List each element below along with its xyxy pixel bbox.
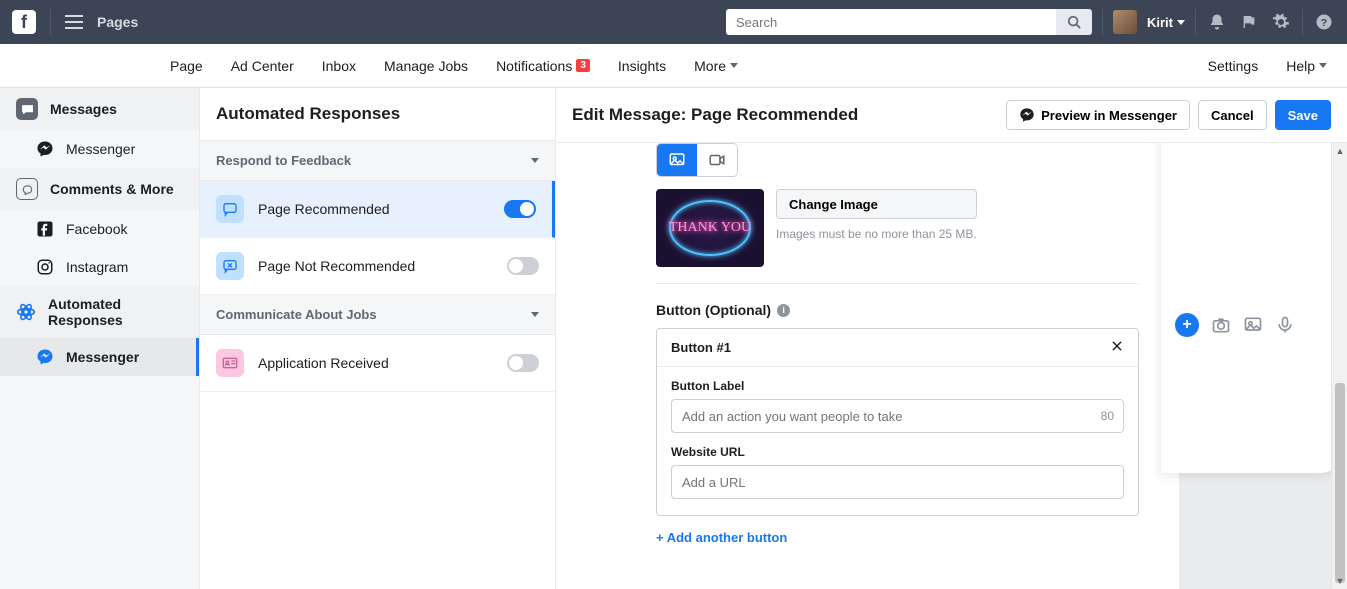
editor-panel: Edit Message: Page Recommended Preview i…: [556, 88, 1347, 589]
topbar-title[interactable]: Pages: [97, 14, 138, 30]
search-button[interactable]: [1056, 9, 1092, 35]
image-icon: [668, 151, 686, 169]
caret-down-icon: [1319, 63, 1327, 68]
video-icon: [708, 151, 726, 169]
gear-icon[interactable]: [1270, 13, 1292, 31]
toggle-application-received[interactable]: [507, 354, 539, 372]
subnav-manage-jobs[interactable]: Manage Jobs: [384, 58, 468, 74]
search-icon: [1067, 15, 1081, 29]
subnav-help[interactable]: Help: [1286, 58, 1327, 74]
facebook-logo-icon[interactable]: f: [12, 10, 36, 34]
caret-down-icon: [531, 312, 539, 317]
close-icon[interactable]: [1110, 339, 1124, 356]
section-jobs[interactable]: Communicate About Jobs: [200, 295, 555, 335]
facebook-icon: [36, 220, 54, 238]
image-size-hint: Images must be no more than 25 MB.: [776, 227, 977, 241]
notifications-badge: 3: [576, 59, 590, 72]
sidebar-item-instagram[interactable]: Instagram: [0, 248, 199, 286]
messenger-icon: [36, 348, 54, 366]
instagram-icon: [36, 258, 54, 276]
section-respond-feedback[interactable]: Respond to Feedback: [200, 141, 555, 181]
subnav-ad-center[interactable]: Ad Center: [231, 58, 294, 74]
change-image-button[interactable]: Change Image: [776, 189, 977, 219]
help-icon[interactable]: ?: [1313, 13, 1335, 31]
scrollbar[interactable]: ▲ ▼: [1331, 143, 1347, 589]
caret-down-icon: [730, 63, 738, 68]
sidebar-item-automated-responses[interactable]: Automated Responses: [0, 286, 199, 338]
row-page-not-recommended[interactable]: Page Not Recommended: [200, 238, 555, 295]
id-card-icon: [216, 349, 244, 377]
speech-bubble-icon: [216, 195, 244, 223]
toggle-page-not-recommended[interactable]: [507, 257, 539, 275]
sidebar-item-messenger-automated[interactable]: Messenger: [0, 338, 199, 376]
char-counter: 80: [1101, 409, 1114, 423]
hamburger-icon[interactable]: [65, 15, 83, 29]
scroll-thumb[interactable]: [1335, 383, 1345, 583]
editor-form: THANK YOU Change Image Images must be no…: [556, 143, 1179, 589]
sidebar-item-comments[interactable]: Comments & More: [0, 168, 199, 210]
add-another-button-link[interactable]: + Add another button: [656, 530, 1139, 545]
flag-icon[interactable]: [1238, 14, 1260, 30]
messenger-icon: [36, 140, 54, 158]
subnav-page[interactable]: Page: [170, 58, 203, 74]
row-application-received[interactable]: Application Received: [200, 335, 555, 392]
url-field-label: Website URL: [671, 445, 1124, 459]
comments-icon: [16, 178, 38, 200]
phone-mock: +: [1161, 143, 1347, 473]
avatar[interactable]: [1113, 10, 1137, 34]
media-type-tabs: [656, 143, 738, 177]
button-label-input[interactable]: [671, 399, 1124, 433]
tab-image[interactable]: [657, 144, 697, 176]
button-1-card: Button #1 Button Label 80 Website URL: [656, 328, 1139, 516]
caret-down-icon: [1177, 20, 1185, 25]
gallery-icon[interactable]: [1243, 315, 1263, 335]
automated-icon: [16, 301, 36, 323]
subnav: Page Ad Center Inbox Manage Jobs Notific…: [0, 44, 1347, 88]
preview-pane: + ▲ ▼: [1179, 143, 1347, 589]
scroll-down-icon[interactable]: ▼: [1332, 573, 1347, 589]
subnav-insights[interactable]: Insights: [618, 58, 666, 74]
camera-icon[interactable]: [1211, 315, 1231, 335]
scroll-up-icon[interactable]: ▲: [1332, 143, 1347, 159]
topbar: f Pages Kirit ?: [0, 0, 1347, 44]
sidebar-item-messages[interactable]: Messages: [0, 88, 199, 130]
tab-video[interactable]: [697, 144, 737, 176]
left-sidebar: Messages Messenger Comments & More Faceb…: [0, 88, 200, 589]
image-thumbnail: THANK YOU: [656, 189, 764, 267]
cancel-button[interactable]: Cancel: [1198, 100, 1267, 130]
caret-down-icon: [531, 158, 539, 163]
subnav-settings[interactable]: Settings: [1208, 58, 1259, 74]
info-icon[interactable]: i: [777, 304, 790, 317]
row-page-recommended[interactable]: Page Recommended: [200, 181, 555, 238]
sidebar-item-facebook[interactable]: Facebook: [0, 210, 199, 248]
add-attachment-icon[interactable]: +: [1175, 313, 1199, 337]
sidebar-item-messenger[interactable]: Messenger: [0, 130, 199, 168]
messenger-icon: [1019, 107, 1035, 123]
responses-list: Automated Responses Respond to Feedback …: [200, 88, 556, 589]
button-1-title: Button #1: [671, 340, 731, 355]
website-url-input[interactable]: [671, 465, 1124, 499]
svg-text:?: ?: [1321, 17, 1327, 29]
button-label-field-label: Button Label: [671, 379, 1124, 393]
subnav-notifications[interactable]: Notifications3: [496, 58, 590, 74]
editor-title: Edit Message: Page Recommended: [572, 105, 858, 125]
save-button[interactable]: Save: [1275, 100, 1331, 130]
toggle-page-recommended[interactable]: [504, 200, 536, 218]
microphone-icon[interactable]: [1275, 315, 1295, 335]
notifications-icon[interactable]: [1206, 13, 1228, 31]
subnav-more[interactable]: More: [694, 58, 738, 74]
subnav-inbox[interactable]: Inbox: [322, 58, 356, 74]
user-menu[interactable]: Kirit: [1147, 15, 1185, 30]
responses-title: Automated Responses: [200, 88, 555, 141]
search-input[interactable]: [726, 9, 1056, 35]
speech-bubble-x-icon: [216, 252, 244, 280]
global-search: [726, 9, 1092, 35]
preview-in-messenger-button[interactable]: Preview in Messenger: [1006, 100, 1190, 130]
button-section-label: Button (Optional) i: [656, 302, 1139, 318]
messages-icon: [16, 98, 38, 120]
